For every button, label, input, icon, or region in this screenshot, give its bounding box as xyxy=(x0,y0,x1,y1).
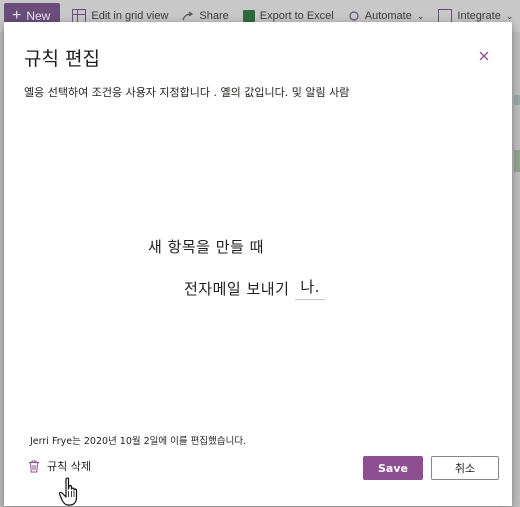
dialog-title: 규칙 편집 xyxy=(24,48,100,70)
cancel-button[interactable]: 취소 xyxy=(431,456,499,480)
dialog-subtitle: 옐응 선택하여 조건응 사용자 지정합니다 . 옐의 값입니다. 및 알림 사람 xyxy=(24,86,350,99)
delete-rule-button[interactable]: 규칙 삭제 xyxy=(28,458,91,474)
background-decoration xyxy=(514,95,520,105)
chevron-down-icon: ⌄ xyxy=(505,10,514,21)
export-label: Export to Excel xyxy=(259,10,334,22)
delete-rule-label: 규칙 삭제 xyxy=(47,460,91,473)
condition-action: 전자메일 보내기 나. xyxy=(184,276,325,300)
grid-icon xyxy=(72,9,87,23)
edit-info: Jerri Frye는 2020년 10월 2일에 이를 편집했습니다. xyxy=(30,436,247,447)
condition-trigger: 새 항목을 만들 때 xyxy=(148,238,264,256)
integrate-label: Integrate xyxy=(457,10,501,22)
share-label: Share xyxy=(199,10,229,22)
chevron-down-icon: ⌄ xyxy=(416,10,425,21)
edit-rule-dialog: 규칙 편집 옐응 선택하여 조건응 사용자 지정합니다 . 옐의 값입니다. 및… xyxy=(4,22,512,506)
integrate-button[interactable]: Integrate ⌄ xyxy=(438,9,513,23)
edit-grid-label: Edit in grid view xyxy=(91,10,169,22)
recipient-field[interactable]: 나. xyxy=(295,276,325,300)
automate-label: Automate xyxy=(364,10,412,22)
save-button[interactable]: Save xyxy=(363,456,423,480)
condition-action-label: 전자메일 보내기 xyxy=(184,279,290,298)
share-button[interactable]: Share xyxy=(182,10,229,22)
new-label: New xyxy=(26,9,51,23)
excel-icon xyxy=(242,10,255,22)
background-decoration xyxy=(514,150,520,172)
automate-icon xyxy=(348,10,360,22)
share-icon xyxy=(182,10,194,22)
close-button[interactable] xyxy=(476,48,492,64)
hand-cursor-icon xyxy=(58,477,78,506)
automate-button[interactable]: Automate ⌄ xyxy=(348,10,425,22)
close-icon xyxy=(479,51,489,61)
export-excel-button[interactable]: Export to Excel xyxy=(242,10,334,22)
trash-icon xyxy=(29,460,39,472)
integrate-icon xyxy=(438,9,453,23)
edit-grid-view-button[interactable]: Edit in grid view xyxy=(72,9,168,23)
